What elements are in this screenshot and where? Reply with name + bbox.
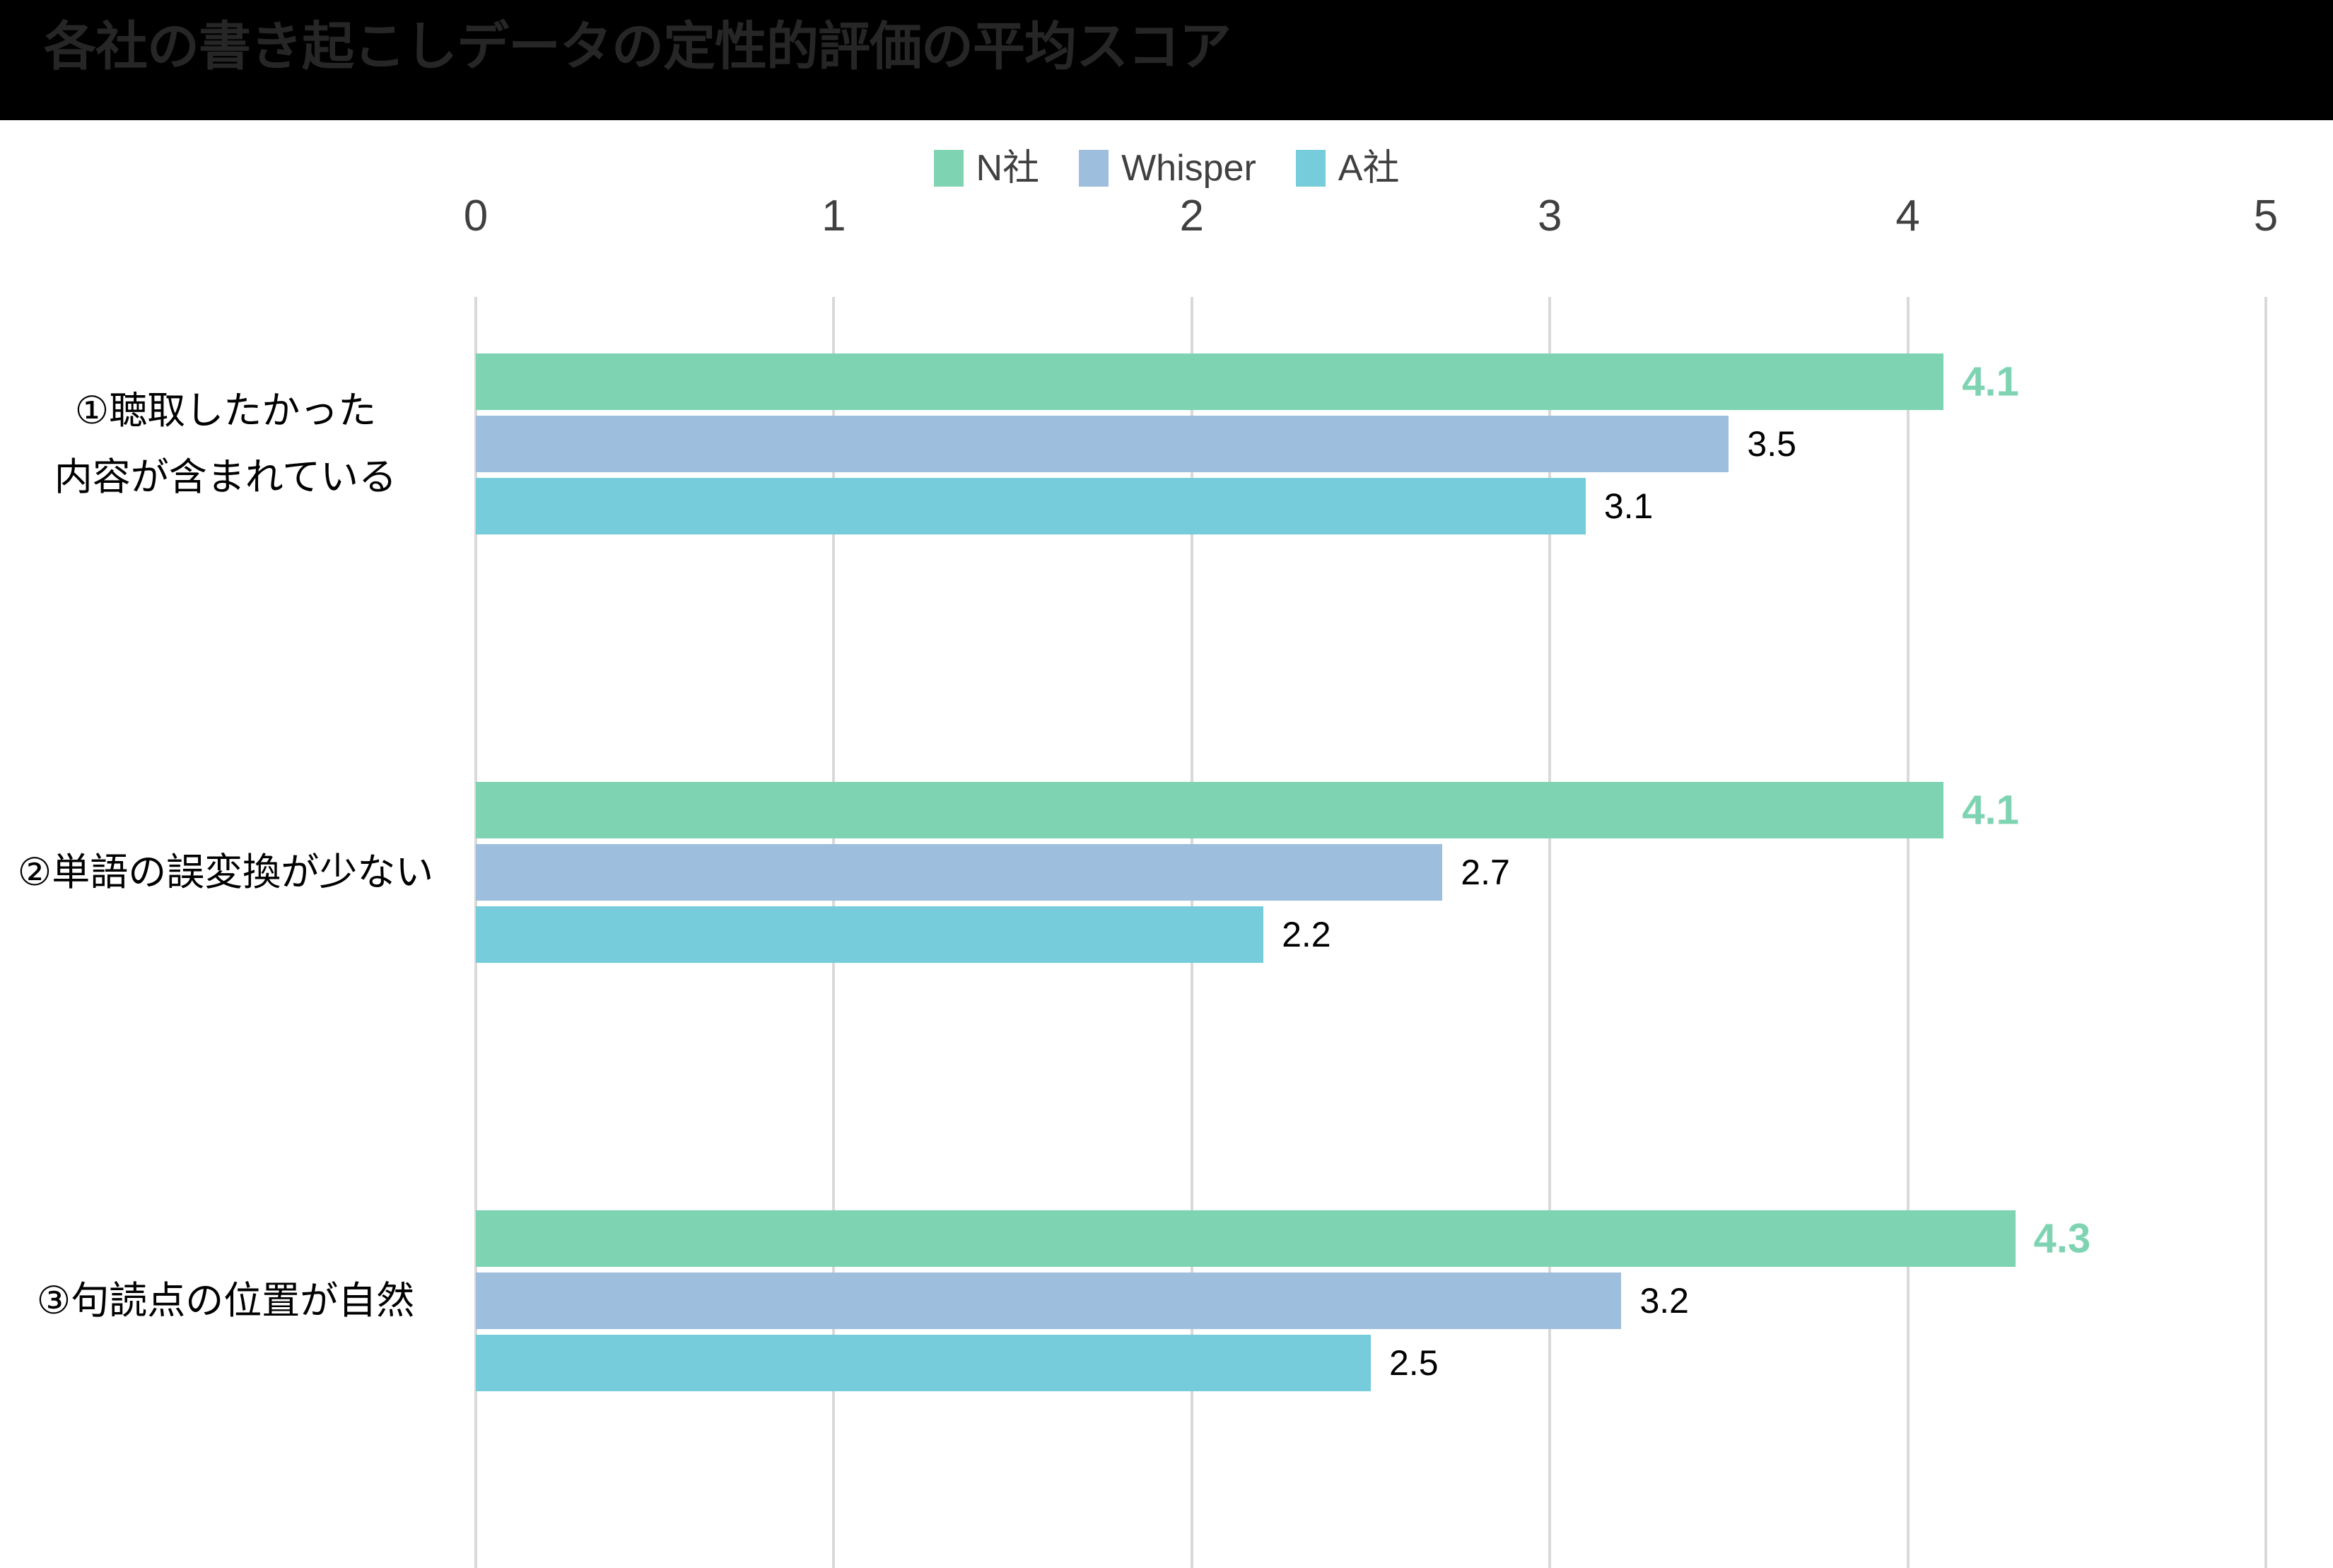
bar-value-label: 2.5: [1389, 1343, 1439, 1383]
page-title: 各社の書き起こしデータの定性的評価の平均スコア: [44, 17, 1232, 76]
legend-label: Whisper: [1121, 148, 1256, 189]
bar-value-label: 4.1: [1962, 787, 2019, 833]
legend-swatch-icon: [1295, 150, 1326, 187]
bar-A社-group3[interactable]: [476, 1335, 1371, 1391]
category-label-line: ①聴取したかった: [74, 390, 377, 432]
category-label-line: ③句読点の位置が自然: [36, 1280, 415, 1322]
category-label-line: ②単語の誤変換が少ない: [17, 851, 434, 894]
title-bar: 各社の書き起こしデータの定性的評価の平均スコア: [0, 0, 2333, 120]
x-axis-tick-label: 4: [1895, 192, 1920, 240]
legend-swatch-icon: [933, 150, 964, 187]
x-axis-tick-label: 5: [2253, 192, 2279, 240]
plot-area: 4.1 3.5 3.1 4.1 2.7 2.2 4.3 3.2 2.5: [474, 297, 2267, 1568]
bar-Whisper-group1[interactable]: [476, 416, 1729, 472]
bar-Whisper-group3[interactable]: [476, 1272, 1622, 1329]
category-label-2: ②単語の誤変換が少ない: [0, 839, 451, 906]
legend-label: A社: [1338, 148, 1400, 189]
bar-Whisper-group2[interactable]: [476, 844, 1443, 901]
legend-label: N社: [976, 148, 1040, 189]
bar-N社-group1[interactable]: [476, 353, 1944, 410]
category-label-3: ③句読点の位置が自然: [0, 1268, 451, 1334]
x-axis-tick-label: 1: [821, 192, 846, 240]
bar-value-label: 4.3: [2033, 1215, 2091, 1262]
x-axis-tick-label: 3: [1537, 192, 1562, 240]
legend-item-n-sha[interactable]: N社: [933, 148, 1040, 189]
bar-N社-group2[interactable]: [476, 782, 1944, 838]
gridline: [2264, 297, 2267, 1568]
bar-value-label: 4.1: [1962, 358, 2019, 405]
gridline: [1906, 297, 1910, 1568]
category-label-1: ①聴取したかった 内容が含まれている: [0, 378, 451, 510]
bar-A社-group1[interactable]: [476, 478, 1586, 534]
x-axis-tick-label: 2: [1179, 192, 1205, 240]
bar-value-label: 3.2: [1639, 1281, 1689, 1321]
bar-value-label: 2.2: [1282, 915, 1331, 954]
x-axis-tick-label: 0: [463, 192, 489, 240]
category-label-line: 内容が含まれている: [54, 456, 397, 498]
bar-value-label: 3.1: [1603, 486, 1654, 526]
legend-item-whisper[interactable]: Whisper: [1079, 148, 1256, 188]
bar-value-label: 2.7: [1461, 853, 1510, 892]
legend-item-a-sha[interactable]: A社: [1295, 148, 1400, 189]
chart-legend: N社 Whisper A社: [0, 139, 2333, 198]
bar-N社-group3[interactable]: [476, 1210, 2016, 1267]
bar-value-label: 3.5: [1747, 424, 1796, 464]
legend-swatch-icon: [1079, 150, 1109, 187]
bar-A社-group2[interactable]: [476, 906, 1264, 963]
